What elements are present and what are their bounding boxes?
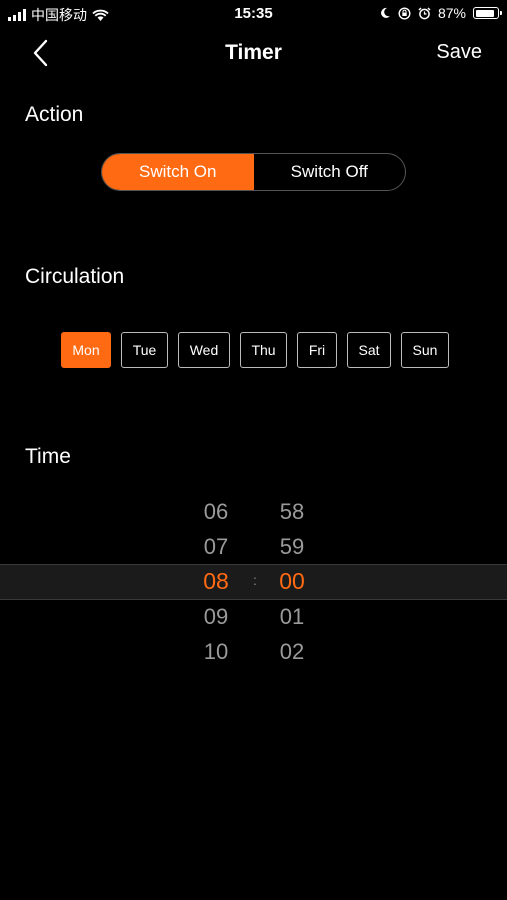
minute-picker-column[interactable]: 58 59 00 01 02 <box>262 494 322 669</box>
minute-option[interactable]: 58 <box>262 494 322 529</box>
minute-option[interactable]: 59 <box>262 529 322 564</box>
rotation-lock-icon <box>398 6 411 20</box>
hour-option[interactable]: 06 <box>186 494 246 529</box>
day-fri[interactable]: Fri <box>297 332 337 368</box>
day-mon[interactable]: Mon <box>61 332 111 368</box>
circulation-label: Circulation <box>25 265 125 288</box>
nav-bar: Timer Save <box>0 28 507 78</box>
hour-option[interactable]: 09 <box>186 599 246 634</box>
day-tue[interactable]: Tue <box>121 332 168 368</box>
save-button[interactable]: Save <box>436 41 482 64</box>
moon-icon <box>381 7 390 18</box>
switch-on-option[interactable]: Switch On <box>102 154 254 190</box>
battery-level <box>475 9 494 17</box>
status-bar: 中国移动 15:35 87% <box>0 0 507 28</box>
hour-option-selected[interactable]: 08 <box>186 564 246 599</box>
alarm-icon <box>418 6 431 19</box>
hour-picker-column[interactable]: 06 07 08 09 10 <box>186 494 246 669</box>
hour-option[interactable]: 10 <box>186 634 246 669</box>
day-thu[interactable]: Thu <box>240 332 287 368</box>
page-title: Timer <box>225 41 282 64</box>
status-right: 87% <box>380 5 502 21</box>
day-sun[interactable]: Sun <box>401 332 449 368</box>
battery-percent: 87% <box>437 5 466 21</box>
minute-option[interactable]: 01 <box>262 599 322 634</box>
day-selector: Mon Tue Wed Thu Fri Sat Sun <box>61 332 449 368</box>
minute-option[interactable]: 02 <box>262 634 322 669</box>
minute-option-selected[interactable]: 00 <box>262 564 322 599</box>
action-label: Action <box>25 103 84 126</box>
hour-option[interactable]: 07 <box>186 529 246 564</box>
battery-icon <box>473 7 502 19</box>
day-sat[interactable]: Sat <box>347 332 391 368</box>
day-wed[interactable]: Wed <box>178 332 230 368</box>
action-segmented-control: Switch On Switch Off <box>101 153 406 191</box>
switch-off-option[interactable]: Switch Off <box>254 154 406 190</box>
time-separator: : <box>253 572 257 588</box>
time-label: Time <box>25 445 71 468</box>
